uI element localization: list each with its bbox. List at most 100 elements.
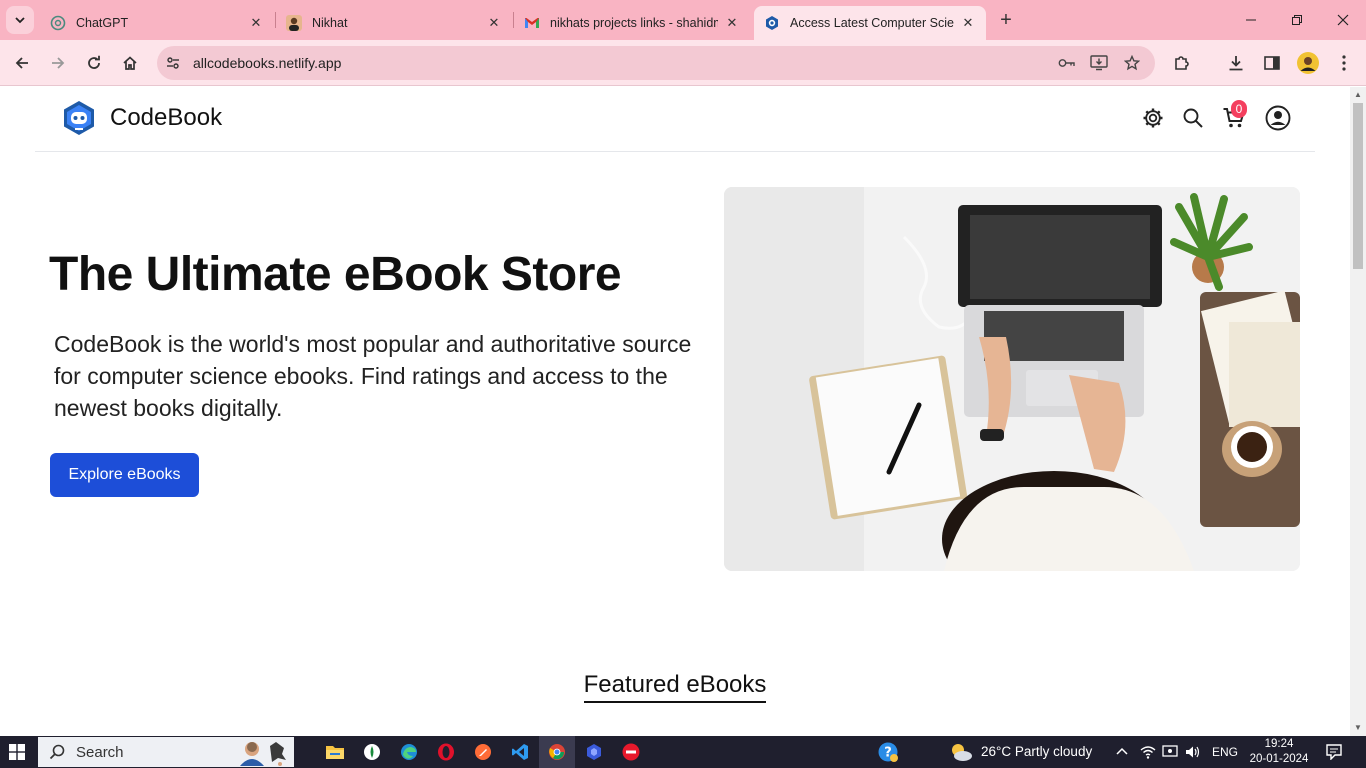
arrow-left-icon bbox=[15, 57, 28, 69]
chevron-down-icon bbox=[15, 17, 25, 24]
help-icon: ? bbox=[878, 742, 898, 762]
app-icon bbox=[364, 744, 380, 760]
tab-codebook[interactable]: Access Latest Computer Science ✕ bbox=[754, 6, 986, 40]
home-icon bbox=[123, 56, 137, 70]
close-icon[interactable]: ✕ bbox=[960, 15, 976, 31]
codebook-icon bbox=[764, 15, 780, 31]
close-icon[interactable]: ✕ bbox=[724, 15, 740, 31]
download-icon bbox=[1229, 56, 1243, 71]
wifi-icon[interactable] bbox=[1140, 745, 1156, 759]
tab-chatgpt[interactable]: ChatGPT ✕ bbox=[40, 6, 274, 40]
forward-button[interactable] bbox=[44, 49, 72, 77]
tab-nikhat[interactable]: Nikhat ✕ bbox=[276, 6, 512, 40]
vscode-app[interactable] bbox=[509, 741, 531, 763]
page-scrollbar[interactable]: ▲ ▼ bbox=[1350, 87, 1366, 736]
tab-search-button[interactable] bbox=[6, 6, 34, 34]
scrollbar-thumb[interactable] bbox=[1353, 103, 1363, 269]
close-window-button[interactable] bbox=[1320, 0, 1366, 40]
app-blue[interactable] bbox=[583, 741, 605, 763]
explore-ebooks-button[interactable]: Explore eBooks bbox=[50, 453, 199, 497]
tab-title: ChatGPT bbox=[76, 16, 129, 30]
opera-app[interactable] bbox=[435, 741, 457, 763]
side-panel-icon bbox=[1264, 56, 1280, 70]
featured-heading: Featured eBooks bbox=[583, 671, 767, 703]
address-bar[interactable]: allcodebooks.netlify.app bbox=[157, 46, 1155, 80]
gear-icon bbox=[1143, 108, 1163, 128]
vscode-icon bbox=[512, 744, 528, 760]
search-highlight-icon bbox=[240, 742, 286, 766]
opera-icon bbox=[438, 743, 454, 761]
home-button[interactable] bbox=[116, 49, 144, 77]
featured-section: Featured eBooks bbox=[0, 671, 1350, 703]
back-button[interactable] bbox=[8, 49, 36, 77]
scroll-down-icon[interactable]: ▼ bbox=[1354, 724, 1362, 732]
puzzle-icon bbox=[1175, 56, 1189, 70]
settings-button[interactable] bbox=[1140, 105, 1166, 131]
chatgpt-icon bbox=[50, 15, 66, 31]
profile-button[interactable] bbox=[1296, 51, 1320, 75]
avatar-icon bbox=[286, 15, 302, 31]
file-explorer-app[interactable] bbox=[324, 741, 346, 763]
speaker-icon[interactable] bbox=[1185, 745, 1201, 759]
new-tab-button[interactable]: + bbox=[994, 8, 1018, 32]
postman-app[interactable] bbox=[472, 741, 494, 763]
account-button[interactable] bbox=[1265, 105, 1291, 131]
edge-app[interactable] bbox=[398, 741, 420, 763]
weather-icon bbox=[952, 744, 972, 761]
hero-description: CodeBook is the world's most popular and… bbox=[54, 331, 692, 421]
restore-icon bbox=[1292, 15, 1302, 25]
minimize-button[interactable] bbox=[1228, 0, 1274, 40]
close-icon bbox=[1337, 14, 1349, 26]
star-icon[interactable] bbox=[1122, 53, 1142, 73]
browser-menu-button[interactable] bbox=[1332, 51, 1356, 75]
side-panel-button[interactable] bbox=[1260, 51, 1284, 75]
display-icon[interactable] bbox=[1162, 745, 1178, 759]
site-info-icon[interactable] bbox=[163, 53, 183, 73]
notification-icon[interactable] bbox=[1326, 744, 1342, 760]
extensions-button[interactable] bbox=[1170, 51, 1194, 75]
app-icon bbox=[587, 744, 601, 760]
chevron-up-icon[interactable] bbox=[1116, 746, 1128, 758]
system-clock[interactable]: 19:24 20-01-2024 bbox=[1248, 737, 1310, 767]
chrome-icon bbox=[549, 744, 565, 760]
url-text: allcodebooks.netlify.app bbox=[193, 55, 342, 71]
clock-date: 20-01-2024 bbox=[1249, 753, 1309, 765]
edge-icon bbox=[401, 744, 417, 760]
hero-title: The Ultimate eBook Store bbox=[49, 248, 622, 301]
search-button[interactable] bbox=[1180, 105, 1206, 131]
arrow-right-icon bbox=[52, 57, 65, 69]
avatar-icon bbox=[1297, 52, 1319, 74]
browser-tab-strip: ChatGPT ✕ Nikhat ✕ nikhats projects link… bbox=[0, 0, 1366, 40]
windows-logo-icon bbox=[9, 744, 25, 760]
key-icon[interactable] bbox=[1057, 53, 1077, 73]
postman-icon bbox=[475, 744, 491, 760]
browser-toolbar: allcodebooks.netlify.app bbox=[0, 40, 1366, 86]
restore-button[interactable] bbox=[1274, 0, 1320, 40]
hero-image bbox=[724, 187, 1300, 571]
tuf-app[interactable] bbox=[620, 741, 642, 763]
codebook-logo[interactable] bbox=[60, 99, 98, 137]
folder-icon bbox=[326, 746, 344, 759]
scroll-up-icon[interactable]: ▲ bbox=[1354, 91, 1362, 99]
taskbar-search-box[interactable]: Search bbox=[38, 737, 294, 767]
install-app-icon[interactable] bbox=[1089, 53, 1109, 73]
language-indicator[interactable]: ENG bbox=[1212, 745, 1238, 759]
search-icon bbox=[1183, 108, 1203, 128]
taskbar-search-label: Search bbox=[76, 743, 124, 761]
close-icon[interactable]: ✕ bbox=[248, 15, 264, 31]
web-page: CodeBook 0 The Ultimate eBook Store Code… bbox=[0, 87, 1350, 736]
help-app[interactable]: ? bbox=[877, 741, 899, 763]
tab-title: Access Latest Computer Science bbox=[790, 16, 954, 30]
circle-app[interactable] bbox=[361, 741, 383, 763]
downloads-button[interactable] bbox=[1224, 51, 1248, 75]
chrome-app[interactable] bbox=[546, 741, 568, 763]
search-icon bbox=[49, 744, 65, 760]
taskbar: Search ? 26°C Partly cloudy ENG 19:24 20… bbox=[0, 736, 1366, 768]
reload-icon bbox=[88, 55, 100, 69]
tab-gmail[interactable]: nikhats projects links - shahidm ✕ bbox=[514, 6, 750, 40]
windows-start-button[interactable] bbox=[9, 744, 25, 760]
reload-button[interactable] bbox=[80, 49, 108, 77]
weather-text[interactable]: 26°C Partly cloudy bbox=[981, 744, 1092, 759]
close-icon[interactable]: ✕ bbox=[486, 15, 502, 31]
brand-name[interactable]: CodeBook bbox=[110, 104, 222, 132]
